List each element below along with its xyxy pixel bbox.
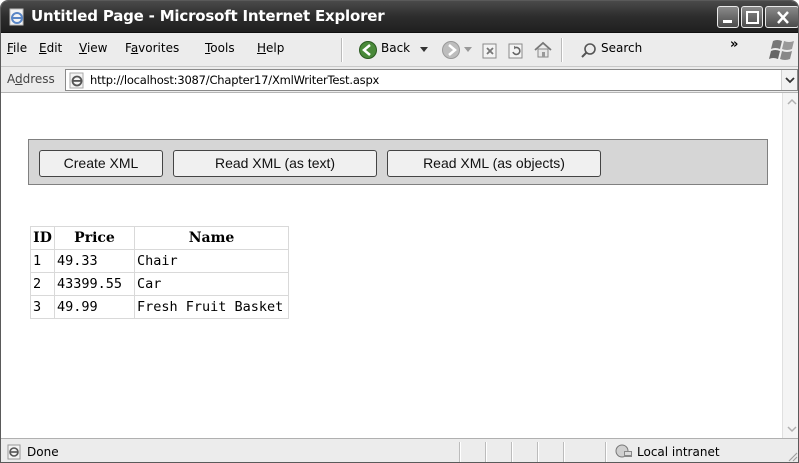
cell-id: 1 (30, 249, 55, 273)
search-icon[interactable] (579, 41, 599, 61)
zone-label: Local intranet (637, 445, 720, 459)
status-divider (537, 442, 539, 462)
stop-icon[interactable] (481, 41, 499, 61)
menu-bar: File Edit View Favorites Tools Help Back (1, 33, 798, 67)
ie-page-icon (9, 8, 24, 26)
menu-edit-accel: E (39, 41, 47, 55)
address-label-post: dress (22, 72, 55, 86)
ie-page-icon (69, 72, 84, 89)
menu-view[interactable]: View (79, 41, 107, 55)
create-xml-button[interactable]: Create XML (39, 150, 163, 177)
menu-file-label: ile (13, 41, 28, 55)
toolbar-overflow-chevron[interactable]: » (730, 37, 738, 52)
refresh-icon[interactable] (507, 41, 525, 61)
menu-tools-label: ools (210, 41, 235, 55)
read-xml-text-button[interactable]: Read XML (as text) (173, 150, 377, 177)
cell-price: 43399.55 (54, 272, 135, 296)
address-url[interactable]: http://localhost:3087/Chapter17/XmlWrite… (90, 73, 379, 87)
table-row: 1 49.33 Chair (30, 249, 289, 273)
scroll-down-icon[interactable] (783, 422, 799, 436)
status-divider (511, 442, 513, 462)
menu-view-label: iew (86, 41, 108, 55)
cell-name: Fresh Fruit Basket (134, 295, 289, 319)
menu-favorites-label: vorites (138, 41, 180, 55)
status-text: Done (27, 445, 59, 459)
menu-help-label: elp (266, 41, 285, 55)
minimize-icon (723, 20, 732, 23)
resize-grip-icon[interactable] (786, 450, 798, 462)
address-dropdown-button[interactable] (781, 70, 797, 90)
column-header-price: Price (54, 226, 135, 250)
column-header-id: ID (30, 226, 55, 250)
menu-help[interactable]: Help (257, 41, 284, 55)
chevron-down-icon (785, 77, 795, 84)
address-input[interactable]: http://localhost:3087/Chapter17/XmlWrite… (65, 69, 798, 91)
status-bar: Done Local intranet (1, 438, 798, 462)
status-divider (485, 442, 487, 462)
window-title: Untitled Page - Microsoft Internet Explo… (31, 7, 385, 25)
menu-tools[interactable]: Tools (205, 41, 235, 55)
back-button-label[interactable]: Back (381, 41, 410, 55)
table-row: 2 43399.55 Car (30, 272, 289, 296)
maximize-icon (746, 11, 759, 24)
page-icon (7, 444, 21, 460)
maximize-button[interactable] (741, 6, 763, 28)
cell-price: 49.33 (54, 249, 135, 273)
toolbar-separator (561, 38, 563, 62)
menu-edit-label: dit (46, 41, 63, 55)
address-label-accel: d (15, 72, 23, 86)
title-bar[interactable]: Untitled Page - Microsoft Internet Explo… (1, 1, 798, 33)
address-label-pre: A (7, 72, 15, 86)
menu-view-accel: V (79, 41, 87, 55)
cell-name: Chair (134, 249, 289, 273)
status-divider (563, 442, 565, 462)
address-bar: Address http://localhost:3087/Chapter17/… (1, 67, 798, 93)
cell-id: 3 (30, 295, 55, 319)
table-row: 3 49.99 Fresh Fruit Basket (30, 295, 289, 319)
scroll-up-icon[interactable] (783, 95, 799, 109)
cell-id: 2 (30, 272, 55, 296)
column-header-name: Name (134, 226, 289, 250)
read-xml-objects-button[interactable]: Read XML (as objects) (387, 150, 601, 177)
close-icon (777, 11, 789, 24)
search-button-label[interactable]: Search (601, 41, 642, 55)
table-header-row: ID Price Name (30, 226, 289, 250)
vertical-scrollbar[interactable] (782, 93, 799, 438)
forward-dropdown-icon[interactable] (463, 43, 473, 63)
menu-favorites[interactable]: Favorites (125, 41, 179, 55)
cell-price: 49.99 (54, 295, 135, 319)
intranet-icon (615, 444, 632, 458)
back-dropdown-icon[interactable] (419, 43, 429, 63)
cell-name: Car (134, 272, 289, 296)
minimize-button[interactable] (717, 6, 739, 28)
status-divider (605, 442, 607, 462)
forward-arrow-icon[interactable] (441, 40, 461, 60)
menu-separator (341, 38, 343, 62)
address-label: Address (7, 72, 55, 86)
home-icon[interactable] (533, 40, 553, 60)
products-table: ID Price Name 1 49.33 Chair 2 43399.55 C… (30, 226, 289, 319)
status-divider (459, 442, 461, 462)
menu-help-accel: H (257, 41, 267, 55)
browser-window: Untitled Page - Microsoft Internet Explo… (0, 0, 799, 463)
back-arrow-icon[interactable] (358, 40, 378, 60)
close-button[interactable] (765, 6, 798, 28)
windows-logo-icon (767, 33, 798, 66)
menu-file[interactable]: File (7, 41, 27, 55)
menu-edit[interactable]: Edit (39, 41, 62, 55)
button-panel: Create XML Read XML (as text) Read XML (… (28, 139, 768, 185)
